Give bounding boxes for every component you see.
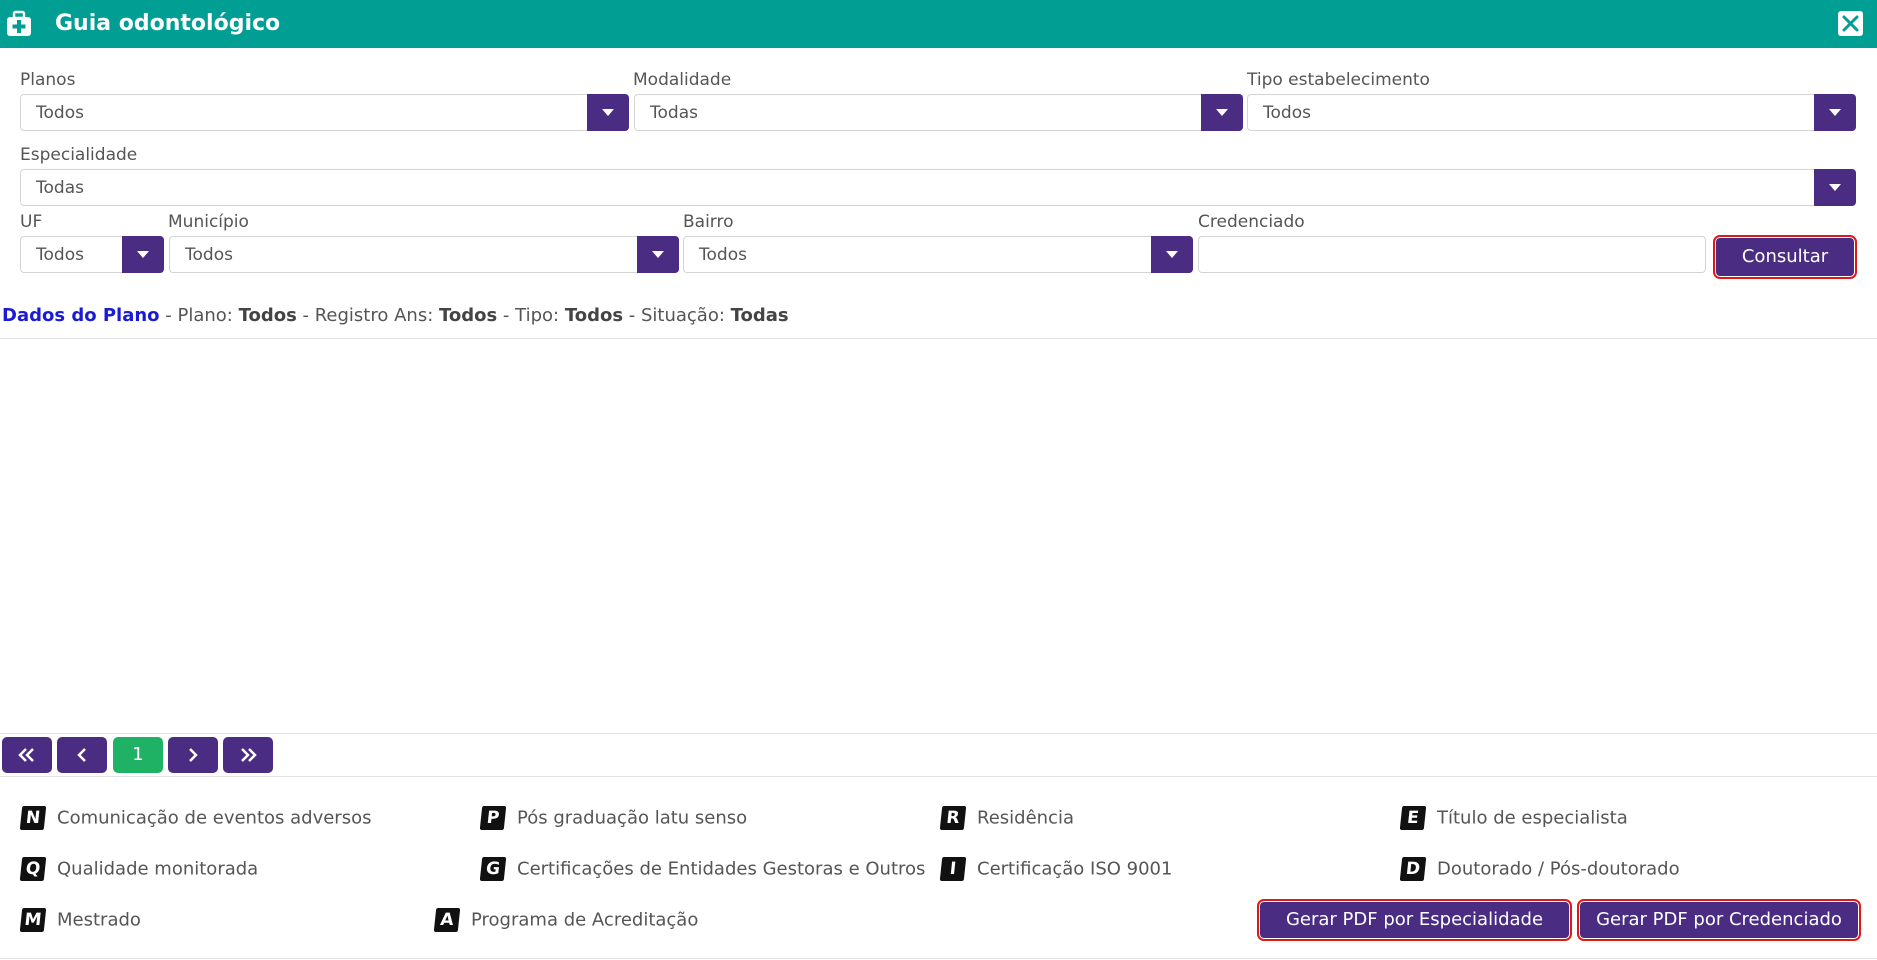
tipo-label: - Tipo: xyxy=(497,305,565,326)
legend-text: Programa de Acreditação xyxy=(471,909,699,931)
legend-text: Título de especialista xyxy=(1437,807,1628,829)
chevron-down-icon[interactable] xyxy=(1201,94,1243,131)
e-badge-icon: E xyxy=(1399,806,1427,830)
chevron-right-icon xyxy=(189,748,198,762)
q-badge-icon: Q xyxy=(19,857,47,881)
municipio-label: Município xyxy=(168,212,249,232)
legend-text: Certificações de Entidades Gestoras e Ou… xyxy=(517,858,926,880)
tipo-value: Todos xyxy=(564,305,624,326)
r-badge-icon: R xyxy=(939,806,967,830)
legend-item: R Residência xyxy=(939,806,1074,830)
consultar-button[interactable]: Consultar xyxy=(1713,235,1857,279)
planos-value: Todos xyxy=(36,103,84,123)
plano-value: Todos xyxy=(238,305,297,326)
legend-text: Mestrado xyxy=(57,909,141,931)
legend-item: Q Qualidade monitorada xyxy=(19,857,259,881)
legend-item: E Título de especialista xyxy=(1399,806,1628,830)
legend-item: D Doutorado / Pós-doutorado xyxy=(1399,857,1680,881)
medical-kit-icon xyxy=(5,10,33,38)
a-badge-icon: A xyxy=(433,908,461,932)
modalidade-select[interactable]: Todas xyxy=(634,94,1243,131)
credenciado-input[interactable] xyxy=(1198,236,1706,273)
i-badge-icon: I xyxy=(939,857,967,881)
window-title: Guia odontológico xyxy=(55,11,281,36)
planos-label: Planos xyxy=(20,70,76,90)
situacao-label: - Situação: xyxy=(623,305,731,326)
chevron-down-icon[interactable] xyxy=(122,236,164,273)
municipio-select[interactable]: Todos xyxy=(169,236,679,273)
legend-item: N Comunicação de eventos adversos xyxy=(19,806,372,830)
divider xyxy=(0,733,1877,734)
last-page-button[interactable] xyxy=(223,737,273,773)
p-badge-icon: P xyxy=(479,806,507,830)
credenciado-label: Credenciado xyxy=(1198,212,1305,232)
tipo-estabelecimento-select[interactable]: Todos xyxy=(1247,94,1856,131)
close-icon[interactable] xyxy=(1838,11,1863,36)
municipio-value: Todos xyxy=(185,245,233,265)
first-page-button[interactable] xyxy=(2,737,52,773)
chevron-down-icon[interactable] xyxy=(1151,236,1193,273)
legend-text: Qualidade monitorada xyxy=(57,858,259,880)
legend-text: Residência xyxy=(977,807,1074,829)
legend-item: G Certificações de Entidades Gestoras e O… xyxy=(479,857,926,881)
current-page[interactable]: 1 xyxy=(113,737,163,773)
modalidade-value: Todas xyxy=(650,103,698,123)
previous-page-button[interactable] xyxy=(57,737,107,773)
planos-select[interactable]: Todos xyxy=(20,94,629,131)
m-badge-icon: M xyxy=(19,908,47,932)
plan-info: Dados do Plano - Plano: Todos - Registro… xyxy=(2,305,789,326)
legend-item: I Certificação ISO 9001 xyxy=(939,857,1173,881)
registro-value: Todos xyxy=(438,305,498,326)
gerar-pdf-credenciado-button[interactable]: Gerar PDF por Credenciado xyxy=(1577,899,1861,941)
chevron-down-icon[interactable] xyxy=(1814,94,1856,131)
modalidade-label: Modalidade xyxy=(633,70,732,90)
g-badge-icon: G xyxy=(479,857,507,881)
dados-do-plano-link[interactable]: Dados do Plano xyxy=(2,305,160,326)
legend-text: Doutorado / Pós-doutorado xyxy=(1437,858,1680,880)
especialidade-label: Especialidade xyxy=(20,145,138,165)
situacao-value: Todas xyxy=(730,305,789,326)
registro-label: - Registro Ans: xyxy=(296,305,439,326)
window-header: Guia odontológico xyxy=(0,0,1877,48)
bairro-select[interactable]: Todos xyxy=(683,236,1193,273)
plano-label: - Plano: xyxy=(159,305,239,326)
bairro-value: Todos xyxy=(699,245,747,265)
divider xyxy=(0,338,1877,339)
chevron-down-icon[interactable] xyxy=(637,236,679,273)
legend-item: M Mestrado xyxy=(19,908,141,932)
uf-select[interactable]: Todos xyxy=(20,236,164,273)
double-chevron-left-icon xyxy=(18,748,34,762)
legend-item: P Pós graduação latu senso xyxy=(479,806,748,830)
double-chevron-right-icon xyxy=(241,748,257,762)
next-page-button[interactable] xyxy=(168,737,218,773)
legend-item: A Programa de Acreditação xyxy=(433,908,699,932)
legend-text: Certificação ISO 9001 xyxy=(977,858,1173,880)
divider xyxy=(0,958,1877,959)
gerar-pdf-especialidade-button[interactable]: Gerar PDF por Especialidade xyxy=(1257,899,1572,941)
tipo-estabelecimento-label: Tipo estabelecimento xyxy=(1247,70,1430,90)
tipo-estabelecimento-value: Todos xyxy=(1263,103,1311,123)
chevron-down-icon[interactable] xyxy=(1814,169,1856,206)
n-badge-icon: N xyxy=(19,806,47,830)
uf-label: UF xyxy=(20,212,43,232)
bairro-label: Bairro xyxy=(683,212,734,232)
chevron-down-icon[interactable] xyxy=(587,94,629,131)
legend-text: Pós graduação latu senso xyxy=(517,807,748,829)
especialidade-value: Todas xyxy=(36,178,84,198)
uf-value: Todos xyxy=(36,245,84,265)
chevron-left-icon xyxy=(77,748,86,762)
legend-text: Comunicação de eventos adversos xyxy=(57,807,372,829)
especialidade-select[interactable]: Todas xyxy=(20,169,1856,206)
divider xyxy=(0,776,1877,777)
d-badge-icon: D xyxy=(1399,857,1427,881)
